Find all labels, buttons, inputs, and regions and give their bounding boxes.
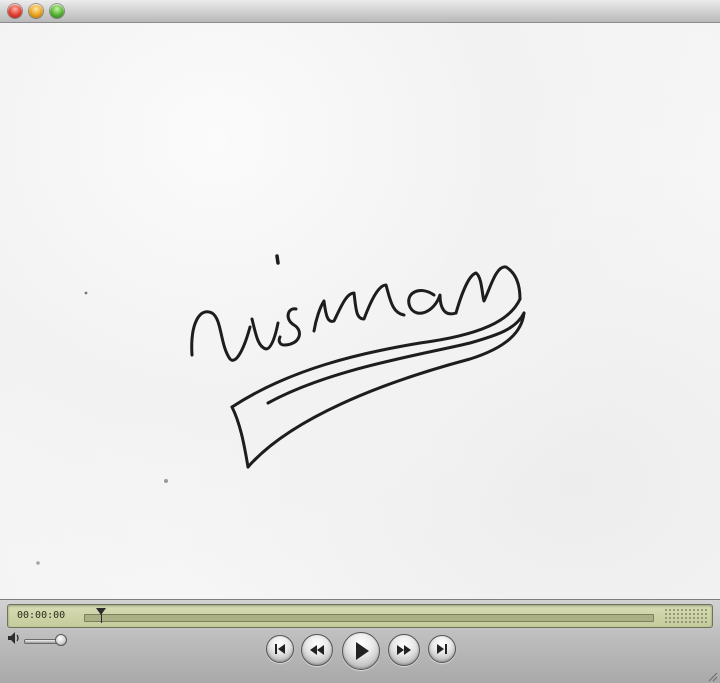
go-to-end-button[interactable] (428, 635, 456, 663)
go-to-start-button[interactable] (266, 635, 294, 663)
resize-grip-icon[interactable] (706, 670, 718, 682)
movie-player-window: 00:00:00 (0, 0, 720, 683)
handwriting-visman (36, 254, 526, 565)
scrubber-track[interactable] (84, 614, 654, 622)
time-display-panel: 00:00:00 (7, 604, 713, 628)
fast-forward-icon (397, 645, 411, 655)
speaker-icon[interactable] (6, 630, 22, 646)
title-bar[interactable] (0, 0, 720, 23)
minimize-button[interactable] (29, 4, 43, 18)
fast-forward-button[interactable] (388, 634, 420, 666)
play-icon (356, 642, 369, 660)
volume-knob[interactable] (54, 634, 67, 646)
video-frame[interactable] (0, 23, 720, 599)
play-button[interactable] (342, 632, 380, 670)
movie-controller: 00:00:00 (0, 599, 720, 683)
skip-end-icon (437, 644, 447, 654)
playhead-stem (101, 614, 103, 623)
skip-start-icon (275, 644, 285, 654)
selection-grip[interactable] (664, 608, 708, 624)
rewind-button[interactable] (301, 634, 333, 666)
zoom-button[interactable] (50, 4, 64, 18)
timecode: 00:00:00 (17, 610, 66, 621)
rewind-icon (310, 645, 324, 655)
close-button[interactable] (8, 4, 22, 18)
